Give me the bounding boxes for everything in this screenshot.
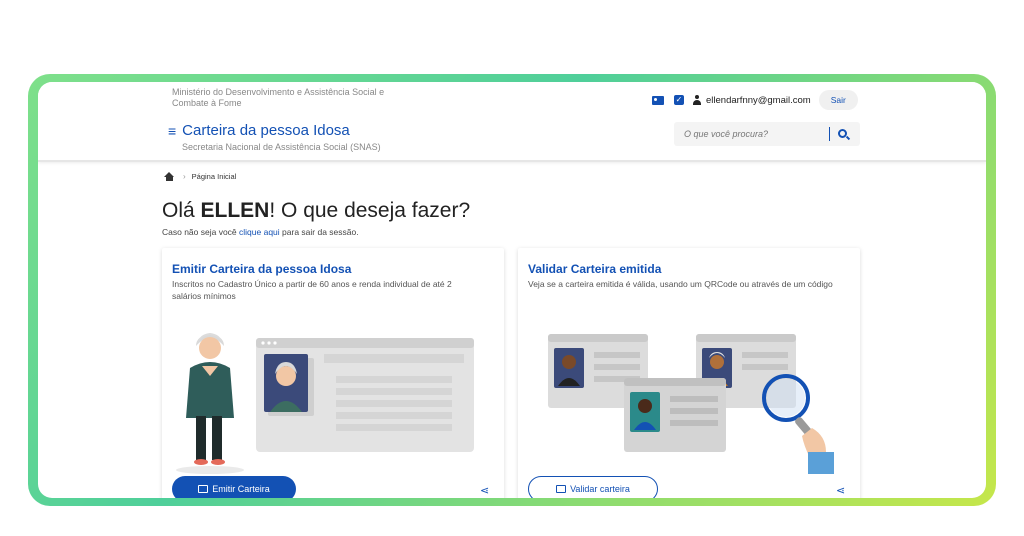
header-actions: ✓ ellendarfnny@gmail.com Sair — [652, 90, 858, 110]
logout-link[interactable]: clique aqui — [239, 227, 280, 237]
not-you-message: Caso não seja você clique aqui para sair… — [162, 227, 359, 237]
page-background: Ministério do Desenvolvimento e Assistên… — [0, 0, 1024, 536]
printer-icon — [556, 485, 567, 493]
home-icon[interactable] — [164, 172, 175, 181]
greeting-prefix: Olá — [162, 199, 201, 222]
user-name: ELLEN — [200, 199, 270, 222]
search-input[interactable]: O que você procura? — [684, 129, 768, 139]
site-title-row: ≡ Carteira da pessoa Idosa — [168, 122, 350, 139]
search-divider — [829, 127, 830, 141]
card-title[interactable]: Validar Carteira emitida — [528, 262, 661, 276]
breadcrumb-separator: › — [183, 172, 186, 181]
not-you-prefix: Caso não seja você — [162, 227, 240, 237]
secretaria-name: Secretaria Nacional de Assistência Socia… — [182, 142, 381, 152]
card-title[interactable]: Emitir Carteira da pessoa Idosa — [172, 262, 351, 276]
greeting-suffix: ! O que deseja fazer? — [269, 199, 471, 222]
breadcrumb-home[interactable]: Página Inicial — [192, 172, 237, 181]
page-title: Olá ELLEN! O que deseja fazer? — [162, 199, 470, 223]
logout-button[interactable]: Sair — [818, 90, 858, 110]
card-emitir-carteira: Emitir Carteira da pessoa Idosa Inscrito… — [162, 248, 504, 498]
site-header: Ministério do Desenvolvimento e Assistên… — [38, 82, 986, 162]
browser-screen: Ministério do Desenvolvimento e Assistên… — [38, 82, 986, 498]
search-bar[interactable]: O que você procura? — [674, 122, 860, 146]
not-you-suffix: para sair da sessão. — [279, 227, 359, 237]
printer-icon — [198, 485, 209, 493]
id-validation-illustration — [548, 334, 834, 474]
ministry-name: Ministério do Desenvolvimento e Assistên… — [172, 87, 385, 108]
site-title[interactable]: Carteira da pessoa Idosa — [182, 122, 350, 139]
emitir-carteira-button[interactable]: Emitir Carteira — [172, 476, 296, 498]
share-icon[interactable]: ⋖ — [836, 484, 845, 497]
menu-icon[interactable]: ≡ — [168, 124, 176, 138]
button-label: Validar carteira — [570, 484, 630, 494]
validar-carteira-button[interactable]: Validar carteira — [528, 476, 658, 498]
button-label: Emitir Carteira — [212, 484, 270, 494]
checkbox-icon[interactable]: ✓ — [674, 95, 684, 105]
user-icon — [692, 95, 702, 105]
card-description: Inscritos no Cadastro Único a partir de … — [172, 279, 452, 301]
search-icon[interactable] — [838, 129, 847, 138]
elderly-woman-illustration — [176, 333, 474, 474]
breadcrumb: › Página Inicial — [164, 172, 236, 181]
share-icon[interactable]: ⋖ — [480, 484, 489, 497]
card-validar-carteira: Validar Carteira emitida Veja se a carte… — [518, 248, 860, 498]
user-email: ellendarfnny@gmail.com — [706, 94, 811, 106]
card-description: Veja se a carteira emitida é válida, usa… — [528, 279, 833, 289]
id-card-icon[interactable] — [652, 95, 664, 105]
